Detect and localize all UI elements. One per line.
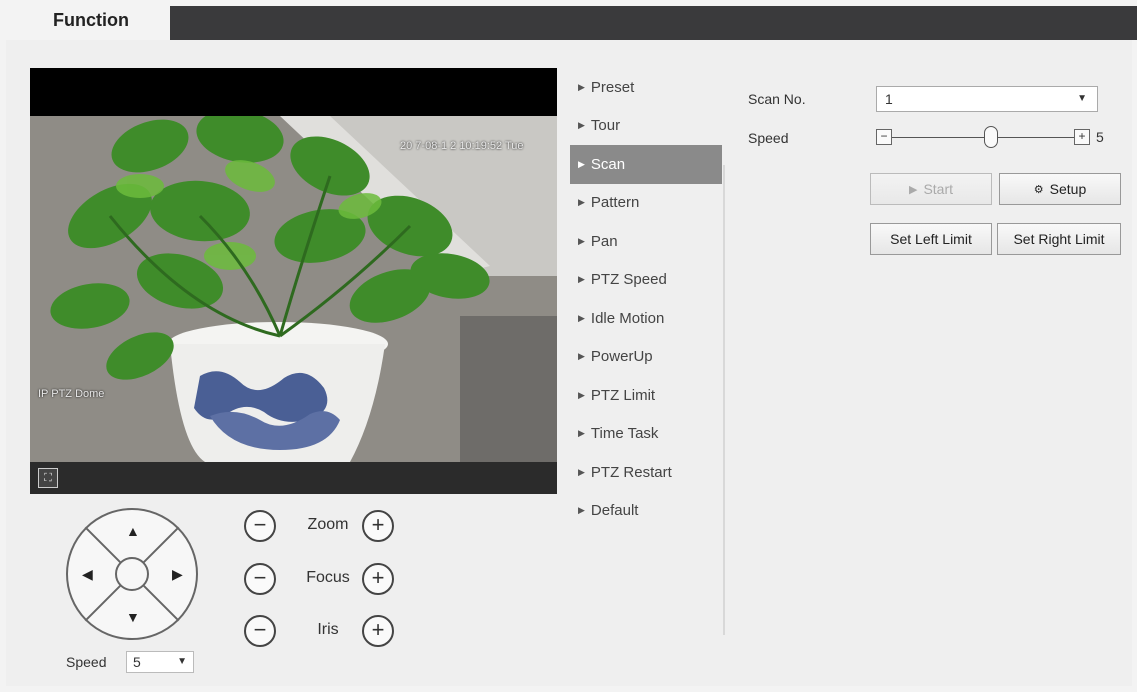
speed-increase-button[interactable]: +: [1074, 129, 1090, 145]
triangle-right-icon: ▶: [578, 351, 585, 362]
scan-speed-slider[interactable]: − + 5: [876, 126, 1106, 150]
chevron-down-icon: ▼: [1077, 93, 1087, 104]
triangle-right-icon: ▶: [578, 235, 585, 246]
focus-in-button[interactable]: +: [362, 563, 394, 595]
triangle-right-icon: ▶: [578, 120, 585, 131]
triangle-right-icon: ▶: [578, 197, 585, 208]
video-camera-name: IP PTZ Dome: [38, 388, 105, 400]
slider-track[interactable]: [892, 137, 1074, 138]
scan-speed-value: 5: [1096, 129, 1104, 145]
speed-decrease-button[interactable]: −: [876, 129, 892, 145]
triangle-right-icon: ▶: [578, 312, 585, 323]
focus-label: Focus: [306, 569, 350, 586]
scan-no-label: Scan No.: [748, 91, 806, 107]
menu-item-default[interactable]: ▶ Default: [570, 492, 722, 531]
ptz-speed-label: Speed: [66, 654, 107, 670]
arrow-left-icon[interactable]: ◀: [82, 567, 93, 581]
top-bar: Function: [0, 0, 1137, 40]
menu-divider: [723, 165, 725, 635]
scan-no-value: 1: [885, 91, 893, 107]
iris-open-button[interactable]: +: [362, 615, 394, 647]
setup-button[interactable]: ⚙ Setup: [999, 173, 1121, 205]
triangle-right-icon: ▶: [578, 505, 585, 516]
chevron-down-icon: ▼: [177, 656, 187, 667]
play-icon: ▶: [908, 183, 918, 196]
focus-out-button[interactable]: −: [244, 563, 276, 595]
arrow-up-icon[interactable]: ▲: [126, 524, 140, 538]
ptz-speed-select[interactable]: 5 ▼: [126, 651, 194, 673]
scan-speed-label: Speed: [748, 130, 789, 146]
slider-thumb[interactable]: [984, 126, 998, 148]
menu-item-pan[interactable]: ▶ Pan: [570, 222, 722, 261]
video-preview[interactable]: 20 7-08-1 2 10:19:52 Tue IP PTZ Dome ⛶: [30, 68, 557, 494]
fullscreen-icon[interactable]: ⛶: [38, 468, 58, 488]
scan-no-select[interactable]: 1 ▼: [876, 86, 1098, 112]
menu-item-ptz-speed[interactable]: ▶ PTZ Speed: [570, 261, 722, 300]
triangle-right-icon: ▶: [578, 274, 585, 285]
menu-item-time-task[interactable]: ▶ Time Task: [570, 415, 722, 454]
ptz-speed-value: 5: [133, 654, 141, 670]
menu-item-tour[interactable]: ▶ Tour: [570, 107, 722, 146]
menu-item-ptz-limit[interactable]: ▶ PTZ Limit: [570, 376, 722, 415]
video-frame: [30, 116, 557, 462]
ptz-center-button[interactable]: [115, 557, 149, 591]
iris-label: Iris: [317, 621, 339, 638]
triangle-right-icon: ▶: [578, 158, 585, 169]
menu-item-powerup[interactable]: ▶ PowerUp: [570, 338, 722, 377]
start-button[interactable]: ▶ Start: [870, 173, 992, 205]
menu-item-ptz-restart[interactable]: ▶ PTZ Restart: [570, 453, 722, 492]
ptz-direction-pad[interactable]: ▲ ▼ ◀ ▶: [66, 508, 198, 640]
triangle-right-icon: ▶: [578, 428, 585, 439]
set-left-limit-button[interactable]: Set Left Limit: [870, 223, 992, 255]
video-timestamp: 20 7-08-1 2 10:19:52 Tue: [400, 140, 524, 152]
zoom-label: Zoom: [307, 516, 349, 533]
video-control-bar: ⛶: [30, 462, 557, 494]
zoom-out-button[interactable]: −: [244, 510, 276, 542]
arrow-down-icon[interactable]: ▼: [126, 610, 140, 624]
gear-icon: ⚙: [1033, 183, 1044, 196]
header-strip: [170, 6, 1137, 40]
iris-close-button[interactable]: −: [244, 615, 276, 647]
menu-item-scan[interactable]: ▶ Scan: [570, 145, 722, 184]
plant-image: [30, 116, 557, 462]
triangle-right-icon: ▶: [578, 389, 585, 400]
tab-function[interactable]: Function: [16, 0, 166, 40]
set-right-limit-button[interactable]: Set Right Limit: [997, 223, 1121, 255]
arrow-right-icon[interactable]: ▶: [172, 567, 183, 581]
function-menu: ▶ Preset ▶ Tour ▶ Scan ▶ Pattern ▶ Pan ▶ PTZ S…: [570, 68, 722, 530]
zoom-in-button[interactable]: +: [362, 510, 394, 542]
menu-item-pattern[interactable]: ▶ Pattern: [570, 184, 722, 223]
menu-item-preset[interactable]: ▶ Preset: [570, 68, 722, 107]
triangle-right-icon: ▶: [578, 466, 585, 477]
menu-item-idle-motion[interactable]: ▶ Idle Motion: [570, 299, 722, 338]
triangle-right-icon: ▶: [578, 81, 585, 92]
